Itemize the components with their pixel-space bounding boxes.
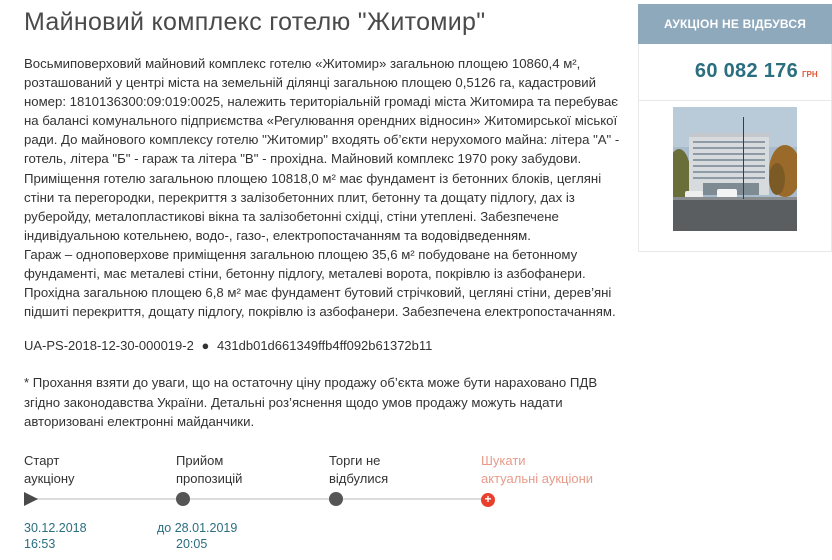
timeline-track [36,498,488,500]
timeline-label-line: актуальні аукціони [481,471,594,486]
timeline-date-row: до 28.01.2019 [157,520,237,536]
auction-hash: 431db01d661349ffb4ff092b61372b11 [216,338,433,353]
timeline-label-line: аукціону [24,471,75,486]
divider [638,100,832,101]
timeline-time: 20:05 [176,537,208,551]
timeline-date: 28.01.2019 [174,521,238,535]
timeline-step-failed-label: Торги не відбулися [329,452,388,488]
description-paragraph: Гараж – одноповерхове приміщення загальн… [24,246,586,282]
description-paragraph: Восьмиповерховий майновий комплекс готел… [24,56,620,167]
status-badge: АУКЦІОН НЕ ВІДБУВСЯ [638,4,832,44]
auction-id: UA-PS-2018-12-30-000019-2 ● 431db01d6613… [24,338,624,353]
description-paragraph: Прохідна загальною площею 6,8 м² має фун… [24,285,616,320]
timeline-label-line: пропозицій [176,471,243,486]
search-actual-auctions-link[interactable]: Шукати актуальні аукціони [481,452,593,488]
page-title: Майновий комплекс готелю "Житомир" [24,8,486,36]
separator-dot: ● [201,338,210,353]
play-icon [24,492,38,506]
description-paragraph: Приміщення готелю загальною площею 10818… [24,170,602,243]
timeline-dot-icon [176,492,190,506]
timeline-label-line: Прийом [176,453,224,468]
timeline-label-line: Шукати [481,453,526,468]
timeline-date-start: 30.12.2018 16:53 [24,520,87,552]
timeline-date: 30.12.2018 [24,521,87,535]
price: 60 082 176 [694,60,798,82]
description: Восьмиповерховий майновий комплекс готел… [24,54,630,321]
date-prefix: до [157,521,172,535]
timeline-label-line: Торги не [329,453,381,468]
timeline-step-proposals-label: Прийом пропозицій [176,452,242,488]
hotel-photo[interactable] [673,107,797,231]
timeline-label-line: Старт [24,453,60,468]
timeline-step-start-label: Старт аукціону [24,452,75,488]
timeline-date-proposals: до 28.01.2019 20:05 [157,520,237,552]
plus-icon[interactable]: + [481,493,495,507]
timeline-label-line: відбулися [329,471,389,486]
hotel-building-image [673,107,797,231]
currency-label: ГРН [802,70,818,79]
vat-note: * Прохання взяти до уваги, що на остаточ… [24,375,598,429]
timeline-dot-icon [329,492,343,506]
timeline-time: 16:53 [24,537,56,551]
auction-code: UA-PS-2018-12-30-000019-2 [24,338,194,353]
auction-summary-panel: АУКЦІОН НЕ ВІДБУВСЯ 60 082 176 ГРН [638,4,832,252]
